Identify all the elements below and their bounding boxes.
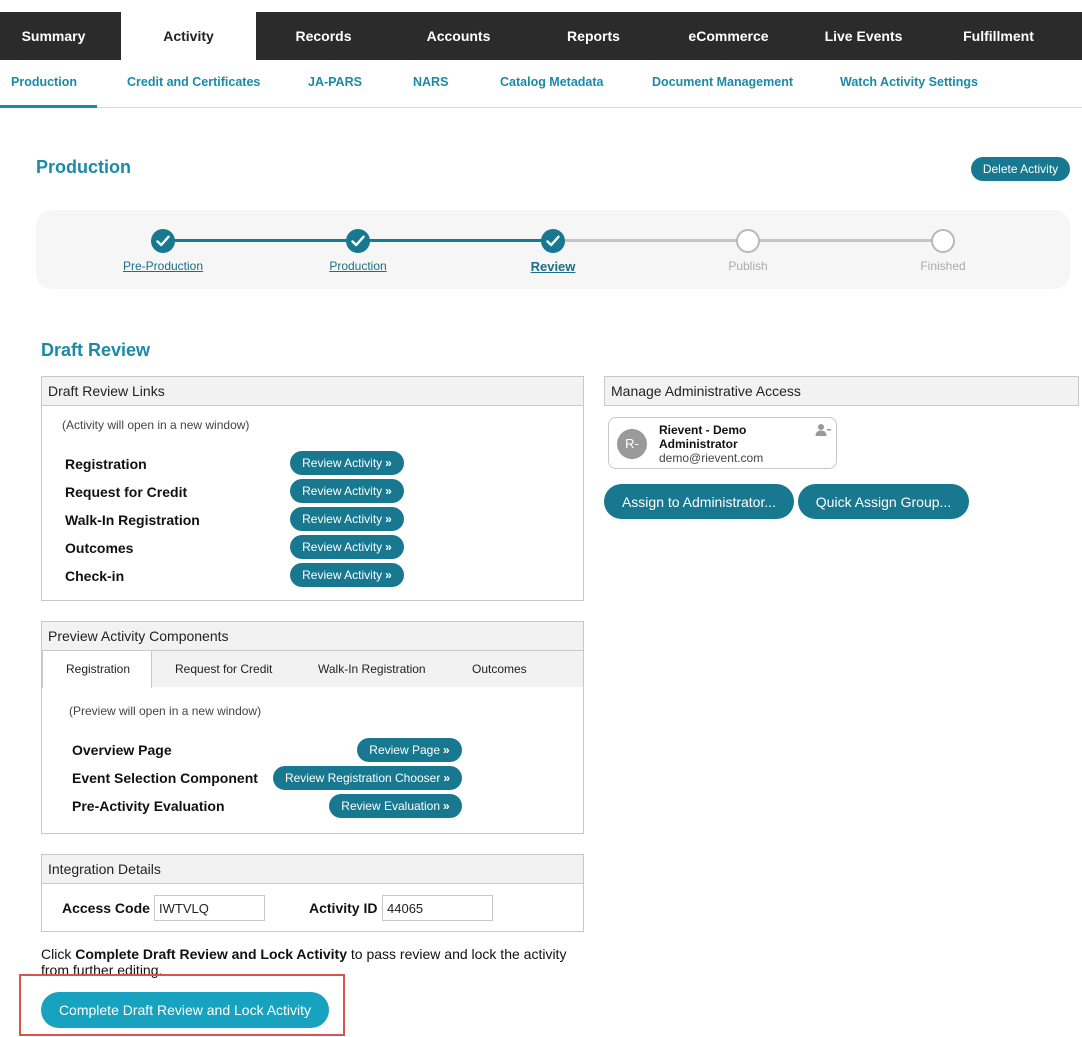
step-pre-production-check bbox=[151, 229, 175, 253]
review-evaluation-button[interactable]: Review Evaluation» bbox=[329, 794, 462, 818]
admin-email: demo@rievent.com bbox=[659, 451, 764, 465]
double-chevron-right-icon: » bbox=[385, 540, 392, 554]
subtab-nars[interactable]: NARS bbox=[413, 60, 448, 108]
step-review-link[interactable]: Review bbox=[531, 259, 576, 274]
step-publish-label: Publish bbox=[728, 259, 768, 273]
draft-review-links-panel: Draft Review Links (Activity will open i… bbox=[41, 376, 584, 601]
subtab-document-management[interactable]: Document Management bbox=[652, 60, 793, 108]
preview-tab-outcomes[interactable]: Outcomes bbox=[472, 651, 527, 687]
step-production-check bbox=[346, 229, 370, 253]
review-activity-walk-in-button[interactable]: Review Activity» bbox=[290, 507, 404, 531]
double-chevron-right-icon: » bbox=[385, 456, 392, 470]
row-label-pre-activity-evaluation: Pre-Activity Evaluation bbox=[72, 798, 225, 814]
panel-header: Integration Details bbox=[42, 855, 583, 884]
double-chevron-right-icon: » bbox=[443, 743, 450, 757]
preview-tab-walk-in-registration[interactable]: Walk-In Registration bbox=[318, 651, 426, 687]
preview-components-panel: Preview Activity Components Registration… bbox=[41, 621, 584, 834]
step-finished-label: Finished bbox=[920, 259, 966, 273]
tab-summary[interactable]: Summary bbox=[0, 12, 107, 60]
tab-reports[interactable]: Reports bbox=[526, 12, 661, 60]
sub-nav: Production Credit and Certificates JA-PA… bbox=[0, 60, 1082, 108]
check-icon bbox=[351, 235, 365, 247]
step-finished-circle bbox=[931, 229, 955, 253]
double-chevron-right-icon: » bbox=[385, 484, 392, 498]
section-title: Draft Review bbox=[41, 340, 151, 360]
subtab-watch-activity-settings[interactable]: Watch Activity Settings bbox=[840, 60, 978, 108]
review-activity-registration-button[interactable]: Review Activity» bbox=[290, 451, 404, 475]
row-label-walk-in-registration: Walk-In Registration bbox=[65, 512, 200, 528]
check-icon bbox=[156, 235, 170, 247]
progress-stepper: Pre-Production Production Review Publish… bbox=[36, 210, 1070, 289]
preview-tab-registration[interactable]: Registration bbox=[42, 651, 152, 688]
panel-header: Preview Activity Components bbox=[42, 622, 583, 651]
panel-header: Manage Administrative Access bbox=[605, 377, 1078, 405]
admin-name: Rievent - Demo Administrator bbox=[659, 423, 747, 451]
access-code-label: Access Code bbox=[62, 900, 150, 916]
admin-access-panel: Manage Administrative Access bbox=[604, 376, 1079, 406]
avatar: R- bbox=[617, 429, 647, 459]
row-label-outcomes: Outcomes bbox=[65, 540, 134, 556]
tab-records[interactable]: Records bbox=[256, 12, 391, 60]
double-chevron-right-icon: » bbox=[385, 512, 392, 526]
subtab-production[interactable]: Production bbox=[0, 60, 97, 108]
page-title: Production bbox=[36, 157, 131, 177]
note-text: (Preview will open in a new window) bbox=[69, 704, 262, 718]
panel-header: Draft Review Links bbox=[42, 377, 583, 406]
admin-card: R- Rievent - Demo Administrator demo@rie… bbox=[608, 417, 837, 469]
top-nav: Summary Activity Records Accounts Report… bbox=[0, 12, 1082, 60]
row-label-request-for-credit: Request for Credit bbox=[65, 484, 188, 500]
tab-live-events[interactable]: Live Events bbox=[796, 12, 931, 60]
subtab-catalog-metadata[interactable]: Catalog Metadata bbox=[500, 60, 604, 108]
review-activity-check-in-button[interactable]: Review Activity» bbox=[290, 563, 404, 587]
review-registration-chooser-button[interactable]: Review Registration Chooser» bbox=[273, 766, 462, 790]
step-pre-production-link[interactable]: Pre-Production bbox=[123, 259, 203, 273]
tab-ecommerce[interactable]: eCommerce bbox=[661, 12, 796, 60]
row-label-event-selection: Event Selection Component bbox=[72, 770, 258, 786]
remove-user-icon[interactable] bbox=[815, 423, 831, 442]
row-label-registration: Registration bbox=[65, 456, 147, 472]
quick-assign-group-button[interactable]: Quick Assign Group... bbox=[798, 484, 969, 519]
delete-activity-button[interactable]: Delete Activity bbox=[971, 157, 1070, 181]
tab-fulfillment[interactable]: Fulfillment bbox=[931, 12, 1066, 60]
row-label-check-in: Check-in bbox=[65, 568, 125, 584]
step-review-check bbox=[541, 229, 565, 253]
preview-tabs: Registration Request for Credit Walk-In … bbox=[42, 651, 583, 688]
tab-accounts[interactable]: Accounts bbox=[391, 12, 526, 60]
tab-activity[interactable]: Activity bbox=[121, 12, 256, 60]
integration-details-panel: Integration Details Access Code Activity… bbox=[41, 854, 584, 932]
assign-to-administrator-button[interactable]: Assign to Administrator... bbox=[604, 484, 794, 519]
double-chevron-right-icon: » bbox=[385, 568, 392, 582]
check-icon bbox=[546, 235, 560, 247]
row-label-overview-page: Overview Page bbox=[72, 742, 172, 758]
subtab-ja-pars[interactable]: JA-PARS bbox=[308, 60, 362, 108]
double-chevron-right-icon: » bbox=[443, 771, 451, 785]
instructions-bold: Complete Draft Review and Lock Activity bbox=[75, 946, 348, 962]
double-chevron-right-icon: » bbox=[443, 799, 450, 813]
review-activity-outcomes-button[interactable]: Review Activity» bbox=[290, 535, 404, 559]
activity-id-label: Activity ID bbox=[309, 900, 378, 916]
review-page-button[interactable]: Review Page» bbox=[357, 738, 462, 762]
step-production-link[interactable]: Production bbox=[329, 259, 386, 273]
complete-draft-review-button[interactable]: Complete Draft Review and Lock Activity bbox=[41, 992, 329, 1028]
step-publish-circle bbox=[736, 229, 760, 253]
review-activity-request-credit-button[interactable]: Review Activity» bbox=[290, 479, 404, 503]
preview-tab-request-for-credit[interactable]: Request for Credit bbox=[175, 651, 272, 687]
access-code-input[interactable] bbox=[154, 895, 265, 921]
note-text: (Activity will open in a new window) bbox=[62, 418, 250, 432]
subtab-credit-certificates[interactable]: Credit and Certificates bbox=[127, 60, 260, 108]
activity-id-input[interactable] bbox=[382, 895, 493, 921]
